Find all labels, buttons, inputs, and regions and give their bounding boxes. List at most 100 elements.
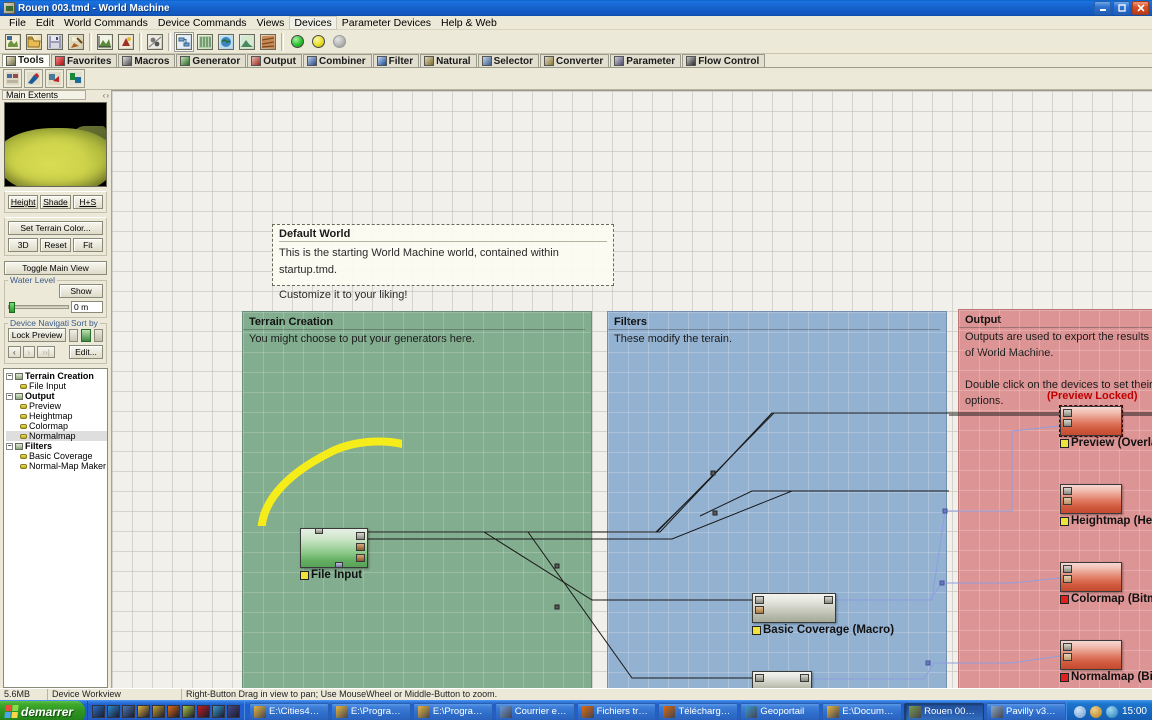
- preview-input-port-1[interactable]: [1063, 409, 1072, 417]
- tree-group-output[interactable]: − Output: [6, 391, 107, 401]
- yellow-status-lamp-button[interactable]: [308, 32, 328, 52]
- tree-group-filters[interactable]: − Filters: [6, 441, 107, 451]
- tab-macros[interactable]: Macros: [118, 54, 176, 67]
- preview-prev-icon[interactable]: ‹: [103, 91, 106, 100]
- normalmap-box[interactable]: [1060, 640, 1122, 670]
- default-world-note[interactable]: Default World This is the starting World…: [272, 224, 614, 301]
- taskbar-button[interactable]: Courrier entrant ...: [494, 702, 575, 720]
- tree-group-terrain-creation[interactable]: − Terrain Creation: [6, 371, 107, 381]
- tree-item-normal-map-maker[interactable]: Normal-Map Maker: [6, 461, 107, 471]
- tree-item-preview[interactable]: Preview: [6, 401, 107, 411]
- normal-map-maker-output-port[interactable]: [800, 674, 809, 682]
- nav-edit-button[interactable]: Edit...: [69, 345, 104, 359]
- menu-item-views[interactable]: Views: [252, 16, 290, 30]
- tray-show-hide-icon[interactable]: [1073, 705, 1086, 718]
- view-3d-button[interactable]: 3D: [8, 238, 39, 252]
- group-device-button[interactable]: [66, 69, 85, 88]
- menu-item-device-commands[interactable]: Device Commands: [153, 16, 252, 30]
- menu-item-file[interactable]: File: [4, 16, 31, 30]
- preview-next-icon[interactable]: ›: [106, 91, 109, 100]
- file-input-top-port[interactable]: [315, 528, 323, 534]
- taskbar-button[interactable]: Geoportail: [740, 702, 821, 720]
- file-input-box[interactable]: [300, 528, 368, 568]
- heightmap-input-port-1[interactable]: [1063, 487, 1072, 495]
- taskbar-button[interactable]: E:\Cities4U\Créat...: [249, 702, 329, 720]
- sort-by-type-button[interactable]: [81, 328, 91, 342]
- tab-natural[interactable]: Natural: [420, 54, 477, 67]
- start-button[interactable]: demarrer: [0, 700, 86, 720]
- tab-flow-control[interactable]: Flow Control: [682, 54, 766, 67]
- tray-network-icon[interactable]: [1089, 705, 1102, 718]
- menu-item-parameter-devices[interactable]: Parameter Devices: [337, 16, 436, 30]
- taskbar-button[interactable]: Pavilly v37 gris C...: [986, 702, 1066, 720]
- heightmap-input-port-2[interactable]: [1063, 497, 1072, 505]
- tree-expander-icon[interactable]: −: [6, 372, 13, 380]
- colormap-input-port-2[interactable]: [1063, 575, 1072, 583]
- nav-end-button[interactable]: ››|: [37, 346, 56, 358]
- nav-forward-button[interactable]: ›: [22, 346, 36, 358]
- colormap-input-port-1[interactable]: [1063, 565, 1072, 573]
- texture-view-button[interactable]: [258, 32, 278, 52]
- device-workview-button[interactable]: [174, 31, 194, 52]
- preview-input-port-2[interactable]: [1063, 419, 1072, 427]
- tab-tools[interactable]: Tools: [2, 54, 50, 67]
- tree-item-normalmap[interactable]: Normalmap: [6, 431, 107, 441]
- ql-media-icon[interactable]: [107, 705, 121, 718]
- set-terrain-color-button[interactable]: Set Terrain Color...: [8, 221, 103, 235]
- basic-coverage-box[interactable]: [752, 593, 836, 623]
- save-as-button[interactable]: [66, 32, 86, 52]
- water-slider-track[interactable]: [8, 302, 69, 313]
- heightmap-node[interactable]: Heightmap (Height Output): [1060, 484, 1152, 527]
- tab-selector[interactable]: Selector: [477, 54, 540, 67]
- save-file-button[interactable]: [45, 32, 65, 52]
- paint-device-button[interactable]: [24, 69, 43, 88]
- new-world-button[interactable]: [3, 32, 23, 52]
- sort-by-group-button[interactable]: [93, 328, 103, 342]
- terrain-preview-3d[interactable]: [4, 102, 107, 187]
- water-level-slider[interactable]: 0 m: [8, 301, 103, 313]
- open-file-button[interactable]: [24, 32, 44, 52]
- water-slider-thumb[interactable]: [9, 302, 15, 313]
- tab-filter[interactable]: Filter: [372, 54, 420, 67]
- tab-output[interactable]: Output: [247, 54, 302, 67]
- tree-item-colormap[interactable]: Colormap: [6, 421, 107, 431]
- taskbar-button[interactable]: Rouen 003.tmd - ...: [904, 702, 985, 720]
- preview-box[interactable]: [1059, 405, 1123, 437]
- ql-excel-icon[interactable]: [197, 705, 211, 718]
- preview-node[interactable]: Preview (Overlay View): [1059, 405, 1152, 449]
- nav-back-button[interactable]: ‹: [8, 346, 21, 358]
- ql-folder1-icon[interactable]: [137, 705, 151, 718]
- tree-item-file-input[interactable]: File Input: [6, 381, 107, 391]
- height-view-button[interactable]: [95, 32, 115, 52]
- colormap-node[interactable]: Colormap (Bitmap Output): [1060, 562, 1152, 605]
- ql-firefox-icon[interactable]: [167, 705, 181, 718]
- menu-item-world-commands[interactable]: World Commands: [59, 16, 153, 30]
- file-input-output-port-1[interactable]: [356, 532, 365, 540]
- ql-ie-icon[interactable]: [92, 705, 106, 718]
- menu-item-help-web[interactable]: Help & Web: [436, 16, 502, 30]
- file-input-bottom-port[interactable]: [335, 562, 343, 568]
- render-button[interactable]: [116, 32, 136, 52]
- file-input-output-port-3[interactable]: [356, 554, 365, 562]
- tree-item-heightmap[interactable]: Heightmap: [6, 411, 107, 421]
- move-device-button[interactable]: [45, 69, 64, 88]
- lock-preview-button[interactable]: Lock Preview: [8, 328, 66, 342]
- taskbar-button[interactable]: Fichiers transfér...: [576, 702, 657, 720]
- tray-volume-icon[interactable]: [1105, 705, 1118, 718]
- height-shade-mode-button[interactable]: H+S: [72, 195, 103, 209]
- ql-notes-icon[interactable]: [182, 705, 196, 718]
- taskbar-button[interactable]: E:\Documents\C...: [822, 702, 903, 720]
- taskbar-button[interactable]: Téléchargements: [658, 702, 739, 720]
- tree-expander-icon[interactable]: −: [6, 442, 13, 450]
- colormap-box[interactable]: [1060, 562, 1122, 592]
- world-view-button[interactable]: [216, 32, 236, 52]
- tray-clock[interactable]: 15:00: [1122, 706, 1147, 717]
- tab-generator[interactable]: Generator: [176, 54, 247, 67]
- taskbar-button[interactable]: E:\Program Files\...: [412, 702, 493, 720]
- normal-map-maker-input-port[interactable]: [755, 674, 764, 682]
- ql-save-icon[interactable]: [227, 705, 241, 718]
- tab-parameter[interactable]: Parameter: [610, 54, 682, 67]
- normalmap-input-port-1[interactable]: [1063, 643, 1072, 651]
- terrain-creation-group[interactable]: Terrain Creation You might choose to put…: [242, 311, 592, 688]
- normalmap-input-port-2[interactable]: [1063, 653, 1072, 661]
